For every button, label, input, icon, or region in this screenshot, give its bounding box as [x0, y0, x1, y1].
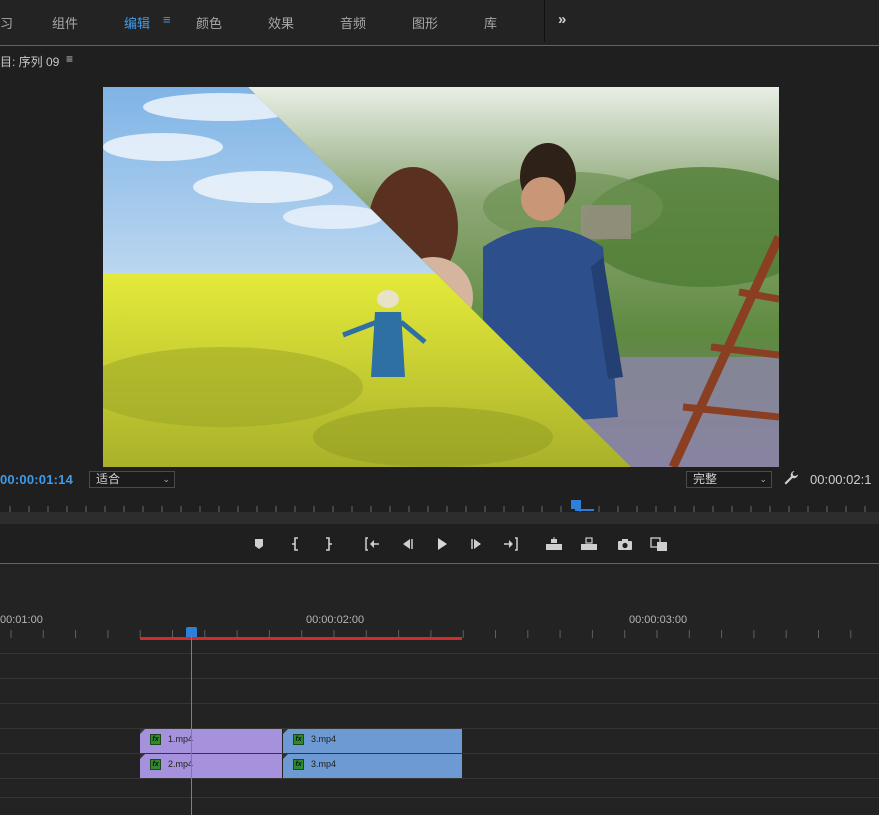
workspace-tab-editing[interactable]: 编辑 [124, 13, 150, 32]
clip-1-mp4[interactable]: fx 1.mp4 [140, 729, 282, 753]
fx-badge-icon[interactable]: fx [293, 759, 304, 770]
program-monitor-title[interactable]: 目: 序列 09 [0, 53, 59, 70]
comparison-view-icon[interactable] [648, 534, 670, 554]
step-back-icon[interactable] [396, 534, 418, 554]
fx-badge-icon[interactable]: fx [150, 759, 161, 770]
go-to-out-icon[interactable] [500, 534, 522, 554]
clip-name: 3.mp4 [311, 759, 337, 769]
monitor-zoom-scrollbar[interactable] [0, 514, 879, 524]
clip-3-mp4[interactable]: fx 3.mp4 [283, 754, 462, 778]
fx-badge-icon[interactable]: fx [150, 734, 161, 745]
ruler-label: 00:00:02:00 [306, 614, 365, 626]
export-frame-icon[interactable] [614, 534, 636, 554]
wrench-icon[interactable] [783, 470, 799, 486]
current-timecode[interactable]: 00:00:01:14 [0, 472, 73, 487]
ruler-label: 00:00:03:00 [629, 614, 688, 626]
clip-corner [283, 729, 288, 734]
lift-icon[interactable] [543, 534, 565, 554]
more-workspaces-icon[interactable]: » [558, 11, 566, 28]
mark-out-icon[interactable] [317, 534, 339, 554]
video-frame-image [103, 87, 779, 467]
workspace-bar: 习 组件 编辑 ≡ 颜色 效果 音频 图形 库 » [0, 0, 879, 46]
track-divider [0, 678, 879, 679]
program-monitor-video[interactable] [103, 87, 779, 467]
transport-controls [0, 528, 879, 560]
workspace-tab-assembly[interactable]: 组件 [52, 13, 78, 32]
extract-icon[interactable] [578, 534, 600, 554]
ruler-label: 00:01:00 [0, 614, 43, 626]
track-divider [0, 653, 879, 654]
go-to-in-icon[interactable] [361, 534, 383, 554]
fx-badge-icon[interactable]: fx [293, 734, 304, 745]
playback-resolution-value: 完整 [693, 472, 718, 486]
clip-2-mp4[interactable]: fx 2.mp4 [140, 754, 282, 778]
workspace-menu-icon[interactable]: ≡ [163, 12, 171, 27]
workspace-tab-effects[interactable]: 效果 [268, 13, 294, 32]
clip-name: 1.mp4 [168, 734, 194, 744]
workspace-divider [544, 0, 545, 42]
workspace-tab-learn[interactable]: 习 [0, 13, 13, 32]
program-monitor-header: 目: 序列 09 ≡ [0, 47, 879, 73]
workspace-tab-audio[interactable]: 音频 [340, 13, 366, 32]
track-divider [0, 797, 879, 798]
timeline-panel: 00:01:00 00:00:02:00 00:00:03:00 fx 1.mp… [0, 564, 879, 815]
play-icon[interactable] [431, 534, 453, 554]
monitor-time-ruler[interactable] [0, 498, 879, 514]
clip-corner [283, 754, 288, 759]
clip-corner [140, 729, 145, 734]
workspace-tab-libraries[interactable]: 库 [484, 13, 497, 32]
zoom-level-select[interactable]: 适合 ⌄ [89, 471, 175, 488]
panel-menu-icon[interactable]: ≡ [66, 52, 73, 66]
mark-in-icon[interactable] [285, 534, 307, 554]
track-divider [0, 703, 879, 704]
clip-name: 3.mp4 [311, 734, 337, 744]
zoom-level-value: 适合 [96, 472, 121, 486]
clip-corner [140, 754, 145, 759]
duration-timecode: 00:00:02:1 [810, 472, 872, 487]
track-divider [0, 778, 879, 779]
work-area-bar[interactable] [140, 637, 462, 640]
playback-resolution-select[interactable]: 完整 ⌄ [686, 471, 772, 488]
add-marker-icon[interactable] [248, 534, 270, 554]
step-forward-icon[interactable] [466, 534, 488, 554]
chevron-down-icon: ⌄ [162, 474, 170, 484]
clip-3-mp4[interactable]: fx 3.mp4 [283, 729, 462, 753]
premiere-window: 习 组件 编辑 ≡ 颜色 效果 音频 图形 库 » 目: 序列 09 ≡ 00:… [0, 0, 879, 815]
workspace-tab-graphics[interactable]: 图形 [412, 13, 438, 32]
clip-name: 2.mp4 [168, 759, 194, 769]
workspace-tab-color[interactable]: 颜色 [196, 13, 222, 32]
monitor-playhead[interactable] [571, 500, 581, 509]
timeline-playhead-line[interactable] [191, 636, 192, 815]
chevron-down-icon: ⌄ [759, 474, 767, 484]
